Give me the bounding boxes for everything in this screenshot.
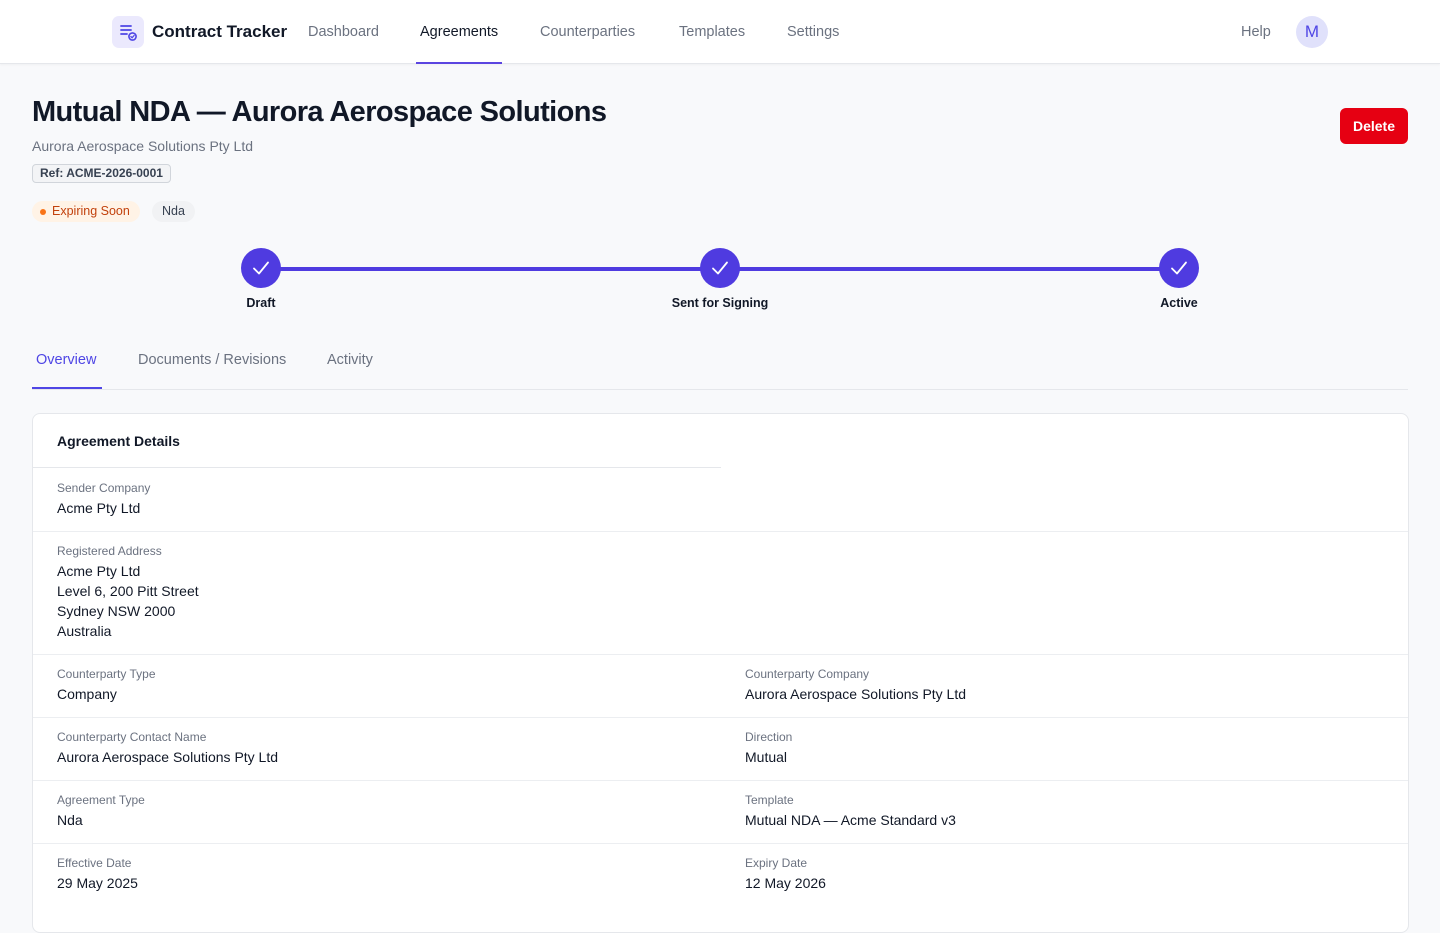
app-name: Contract Tracker — [152, 22, 288, 41]
tab-documents-revisions[interactable]: Documents / Revisions — [138, 352, 286, 368]
template-value: Mutual NDA — Acme Standard v3 — [745, 812, 956, 828]
expiry-date-label: Expiry Date — [745, 856, 808, 870]
direction-label: Direction — [745, 730, 793, 744]
tab-overview[interactable]: Overview — [36, 352, 96, 368]
document-list-icon — [112, 16, 144, 48]
counterparty-type-value: Company — [57, 686, 117, 702]
divider — [33, 780, 1408, 781]
page-subtitle: Aurora Aerospace Solutions Pty Ltd — [32, 138, 254, 154]
effective-date-label: Effective Date — [57, 856, 132, 870]
checkmark-icon — [712, 261, 728, 275]
status-dot-icon — [40, 208, 46, 215]
address-line: Australia — [57, 623, 112, 639]
nav-counterparties[interactable]: Counterparties — [540, 0, 635, 64]
sender-company-value: Acme Pty Ltd — [57, 500, 141, 516]
divider — [33, 843, 1408, 844]
divider — [33, 654, 1408, 655]
agreement-type-value: Nda — [57, 812, 83, 828]
nav-dashboard[interactable]: Dashboard — [308, 0, 379, 64]
divider — [33, 717, 1408, 718]
stepper-connector — [261, 267, 720, 271]
divider — [33, 467, 721, 468]
top-navigation-bar: Contract Tracker Dashboard Agreements Co… — [0, 0, 1440, 64]
help-link[interactable]: Help — [1241, 24, 1271, 40]
counterparty-contact-label: Counterparty Contact Name — [57, 730, 207, 744]
address-line: Sydney NSW 2000 — [57, 603, 176, 619]
template-label: Template — [745, 793, 794, 807]
user-avatar[interactable]: M — [1296, 16, 1328, 48]
expiry-date-value: 12 May 2026 — [745, 875, 826, 891]
registered-address-label: Registered Address — [57, 544, 162, 558]
address-line: Level 6, 200 Pitt Street — [57, 583, 199, 599]
status-badge: Expiring Soon — [32, 201, 140, 222]
delete-button[interactable]: Delete — [1340, 108, 1408, 144]
tabs-divider — [32, 389, 1408, 390]
page-title: Mutual NDA — Aurora Aerospace Solutions — [32, 96, 607, 128]
sender-company-label: Sender Company — [57, 481, 151, 495]
reference-chip: Ref: ACME-2026-0001 — [32, 164, 171, 183]
direction-value: Mutual — [745, 749, 788, 765]
nav-templates[interactable]: Templates — [679, 0, 745, 64]
tab-activity[interactable]: Activity — [327, 352, 373, 368]
effective-date-value: 29 May 2025 — [57, 875, 138, 891]
counterparty-company-label: Counterparty Company — [745, 667, 870, 681]
divider — [33, 531, 1408, 532]
status-badge-label: Expiring Soon — [52, 204, 130, 218]
step-sent-indicator — [700, 248, 740, 288]
brand[interactable]: Contract Tracker — [112, 16, 287, 48]
nav-settings[interactable]: Settings — [787, 0, 839, 64]
step-active-indicator — [1159, 248, 1199, 288]
active-tab-indicator — [32, 387, 102, 389]
counterparty-contact-value: Aurora Aerospace Solutions Pty Ltd — [57, 749, 279, 765]
address-line: Acme Pty Ltd — [57, 563, 141, 579]
card-title: Agreement Details — [57, 433, 180, 449]
checkmark-icon — [253, 261, 269, 275]
step-draft-indicator — [241, 248, 281, 288]
stepper-connector — [720, 267, 1179, 271]
agreement-type-label: Agreement Type — [57, 793, 145, 807]
step-label-active: Active — [1160, 296, 1198, 310]
type-badge: Nda — [152, 201, 195, 222]
nav-agreements[interactable]: Agreements — [415, 0, 503, 64]
step-label-sent: Sent for Signing — [671, 296, 769, 310]
counterparty-type-label: Counterparty Type — [57, 667, 156, 681]
step-label-draft: Draft — [246, 296, 276, 310]
counterparty-company-value: Aurora Aerospace Solutions Pty Ltd — [745, 686, 967, 702]
agreement-details-card: Agreement Details Sender Company Acme Pt… — [32, 413, 1409, 933]
checkmark-icon — [1171, 261, 1187, 275]
